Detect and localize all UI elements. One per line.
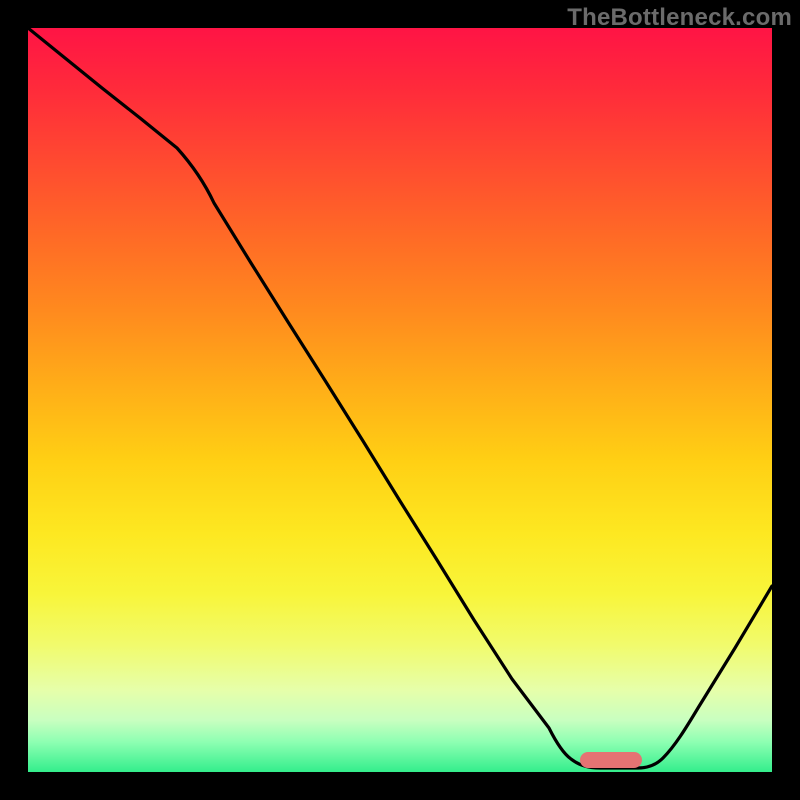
plot-area [28,28,772,772]
watermark-text: TheBottleneck.com [567,4,792,32]
curve-path [28,28,772,768]
chart-frame: TheBottleneck.com [0,0,800,800]
bottleneck-curve [28,28,772,772]
optimal-marker [580,752,642,768]
